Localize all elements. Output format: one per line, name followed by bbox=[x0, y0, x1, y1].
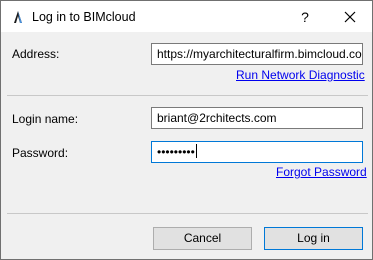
archicad-app-icon bbox=[14, 11, 22, 23]
close-button[interactable] bbox=[335, 5, 365, 29]
login-name-input[interactable]: briant@2rchitects.com bbox=[151, 107, 363, 129]
window-title: Log in to BIMcloud bbox=[32, 10, 136, 24]
address-label: Address: bbox=[12, 47, 60, 61]
forgot-password-link[interactable]: Forgot Password bbox=[276, 165, 367, 179]
password-label: Password: bbox=[12, 146, 69, 160]
section-divider bbox=[7, 95, 368, 96]
title-bar: Log in to BIMcloud ? bbox=[1, 1, 372, 32]
address-input[interactable]: https://myarchitecturalfirm.bimcloud.co bbox=[151, 43, 363, 65]
password-input[interactable]: ••••••••• bbox=[151, 141, 363, 163]
run-network-diagnostic-link[interactable]: Run Network Diagnostic bbox=[236, 68, 365, 82]
password-mask: ••••••••• bbox=[157, 145, 195, 159]
log-in-button[interactable]: Log in bbox=[264, 227, 363, 250]
help-button[interactable]: ? bbox=[291, 5, 319, 29]
cancel-button[interactable]: Cancel bbox=[153, 227, 252, 250]
footer-divider bbox=[7, 213, 368, 214]
text-caret bbox=[195, 144, 197, 158]
login-dialog: Log in to BIMcloud ? Address: https://my… bbox=[0, 0, 373, 260]
login-name-label: Login name: bbox=[12, 112, 79, 126]
close-icon bbox=[344, 11, 356, 23]
